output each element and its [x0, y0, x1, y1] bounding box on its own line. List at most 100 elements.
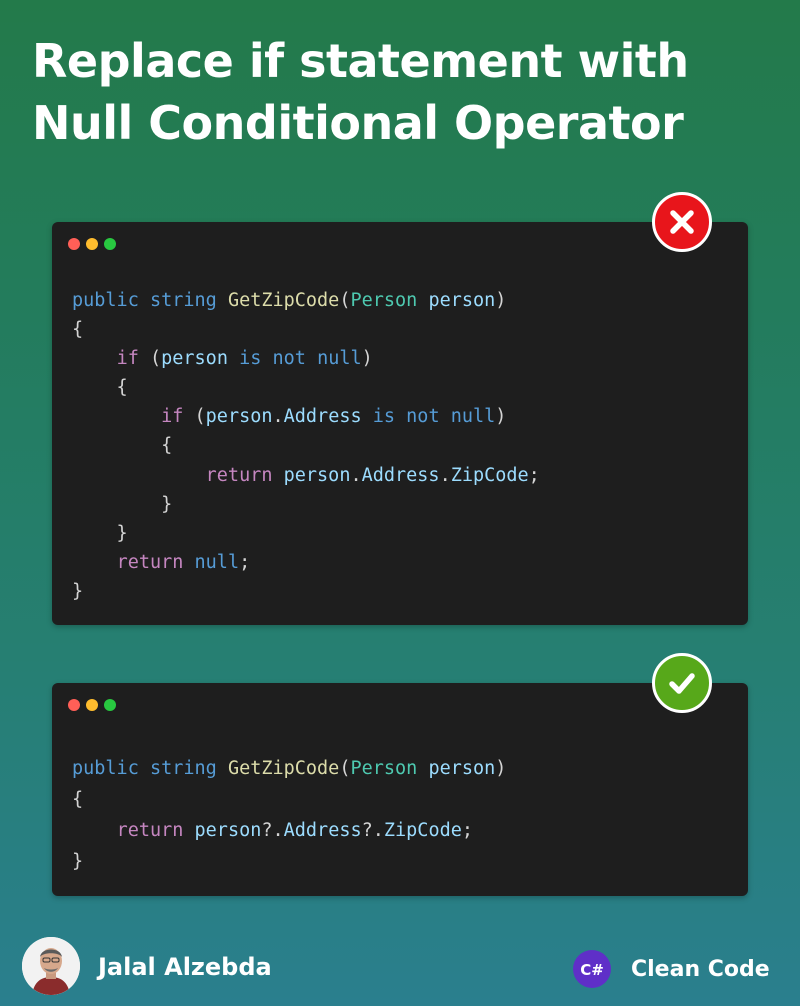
- csharp-logo-icon: C#: [573, 950, 611, 988]
- code-token: return: [116, 551, 184, 573]
- code-token: person: [428, 290, 496, 311]
- code-token: null: [317, 348, 362, 370]
- maximize-dot-icon: [104, 699, 116, 711]
- brand-label: Clean Code: [631, 957, 770, 982]
- code-line: }: [72, 577, 540, 606]
- x-mark-icon: [652, 192, 712, 252]
- code-token: public: [72, 290, 139, 311]
- code-token: string: [149, 758, 217, 779]
- code-token: (: [138, 348, 162, 370]
- code-line: return person.Address.ZipCode;: [72, 461, 540, 490]
- code-token: ;: [461, 820, 473, 841]
- window-controls: [68, 237, 122, 250]
- code-token: {: [72, 435, 173, 457]
- good-code-block: public string GetZipCode(Person person) {…: [72, 753, 506, 877]
- code-token: {: [72, 319, 84, 341]
- code-token: (: [339, 290, 351, 311]
- code-line: public string GetZipCode(Person person): [72, 286, 540, 315]
- author-name: Jalal Alzebda: [98, 953, 272, 981]
- minimize-dot-icon: [86, 238, 98, 250]
- code-token: person: [428, 758, 496, 779]
- code-line: }: [72, 519, 540, 548]
- code-token: ): [495, 406, 507, 428]
- bad-code-block: public string GetZipCode(Person person){…: [72, 286, 540, 606]
- code-token: }: [72, 580, 84, 602]
- code-token: ;: [239, 551, 251, 573]
- code-token: person: [205, 406, 273, 428]
- code-token: if: [161, 406, 184, 428]
- code-line: }: [72, 490, 540, 519]
- window-controls: [68, 698, 122, 711]
- code-token: ZipCode: [383, 820, 462, 841]
- code-line: if (person.Address is not null): [72, 402, 540, 431]
- code-token: null: [450, 406, 496, 428]
- code-token: Address: [283, 820, 362, 841]
- code-token: return: [205, 464, 273, 486]
- code-token: Address: [283, 406, 362, 428]
- code-line: {: [72, 431, 540, 460]
- code-line: {: [72, 315, 540, 344]
- bad-code-window: public string GetZipCode(Person person){…: [52, 222, 748, 625]
- code-token: .: [350, 464, 362, 486]
- csharp-logo-text: C#: [580, 961, 604, 979]
- code-line: }: [72, 846, 506, 877]
- code-token: person: [194, 820, 262, 841]
- code-line: {: [72, 373, 540, 402]
- code-token: is: [239, 348, 262, 370]
- minimize-dot-icon: [86, 699, 98, 711]
- code-token: ): [495, 290, 507, 311]
- code-token: ): [495, 758, 507, 779]
- code-token: if: [116, 348, 139, 370]
- page-title: Replace if statement with Null Condition…: [32, 34, 689, 150]
- code-token: null: [194, 551, 240, 573]
- code-token: ?.: [261, 820, 284, 841]
- code-token: not: [406, 406, 440, 428]
- close-dot-icon: [68, 699, 80, 711]
- code-token: return: [116, 820, 184, 841]
- code-token: GetZipCode: [227, 290, 340, 311]
- close-dot-icon: [68, 238, 80, 250]
- code-token: is: [372, 406, 396, 428]
- code-line: if (person is not null): [72, 344, 540, 373]
- code-token: person: [161, 348, 228, 370]
- code-line: return person?.Address?.ZipCode;: [72, 815, 506, 846]
- code-line: public string GetZipCode(Person person): [72, 753, 506, 784]
- code-token: ?.: [361, 820, 384, 841]
- code-line: return null;: [72, 548, 540, 577]
- code-token: person: [283, 464, 351, 486]
- code-token: ;: [528, 464, 540, 486]
- code-token: not: [272, 348, 306, 370]
- check-mark-icon: [652, 653, 712, 713]
- good-code-window: public string GetZipCode(Person person) {…: [52, 683, 748, 896]
- code-token: {: [72, 789, 84, 810]
- code-line: {: [72, 784, 506, 815]
- avatar: [22, 937, 80, 995]
- code-token: public: [72, 758, 139, 779]
- code-token: ): [361, 348, 373, 370]
- code-token: (: [183, 406, 206, 428]
- code-token: string: [149, 290, 217, 311]
- code-token: .: [439, 464, 451, 486]
- code-token: }: [72, 851, 84, 872]
- code-token: }: [72, 522, 128, 544]
- code-token: }: [72, 493, 173, 515]
- code-token: Person: [350, 290, 418, 311]
- code-token: ZipCode: [450, 464, 529, 486]
